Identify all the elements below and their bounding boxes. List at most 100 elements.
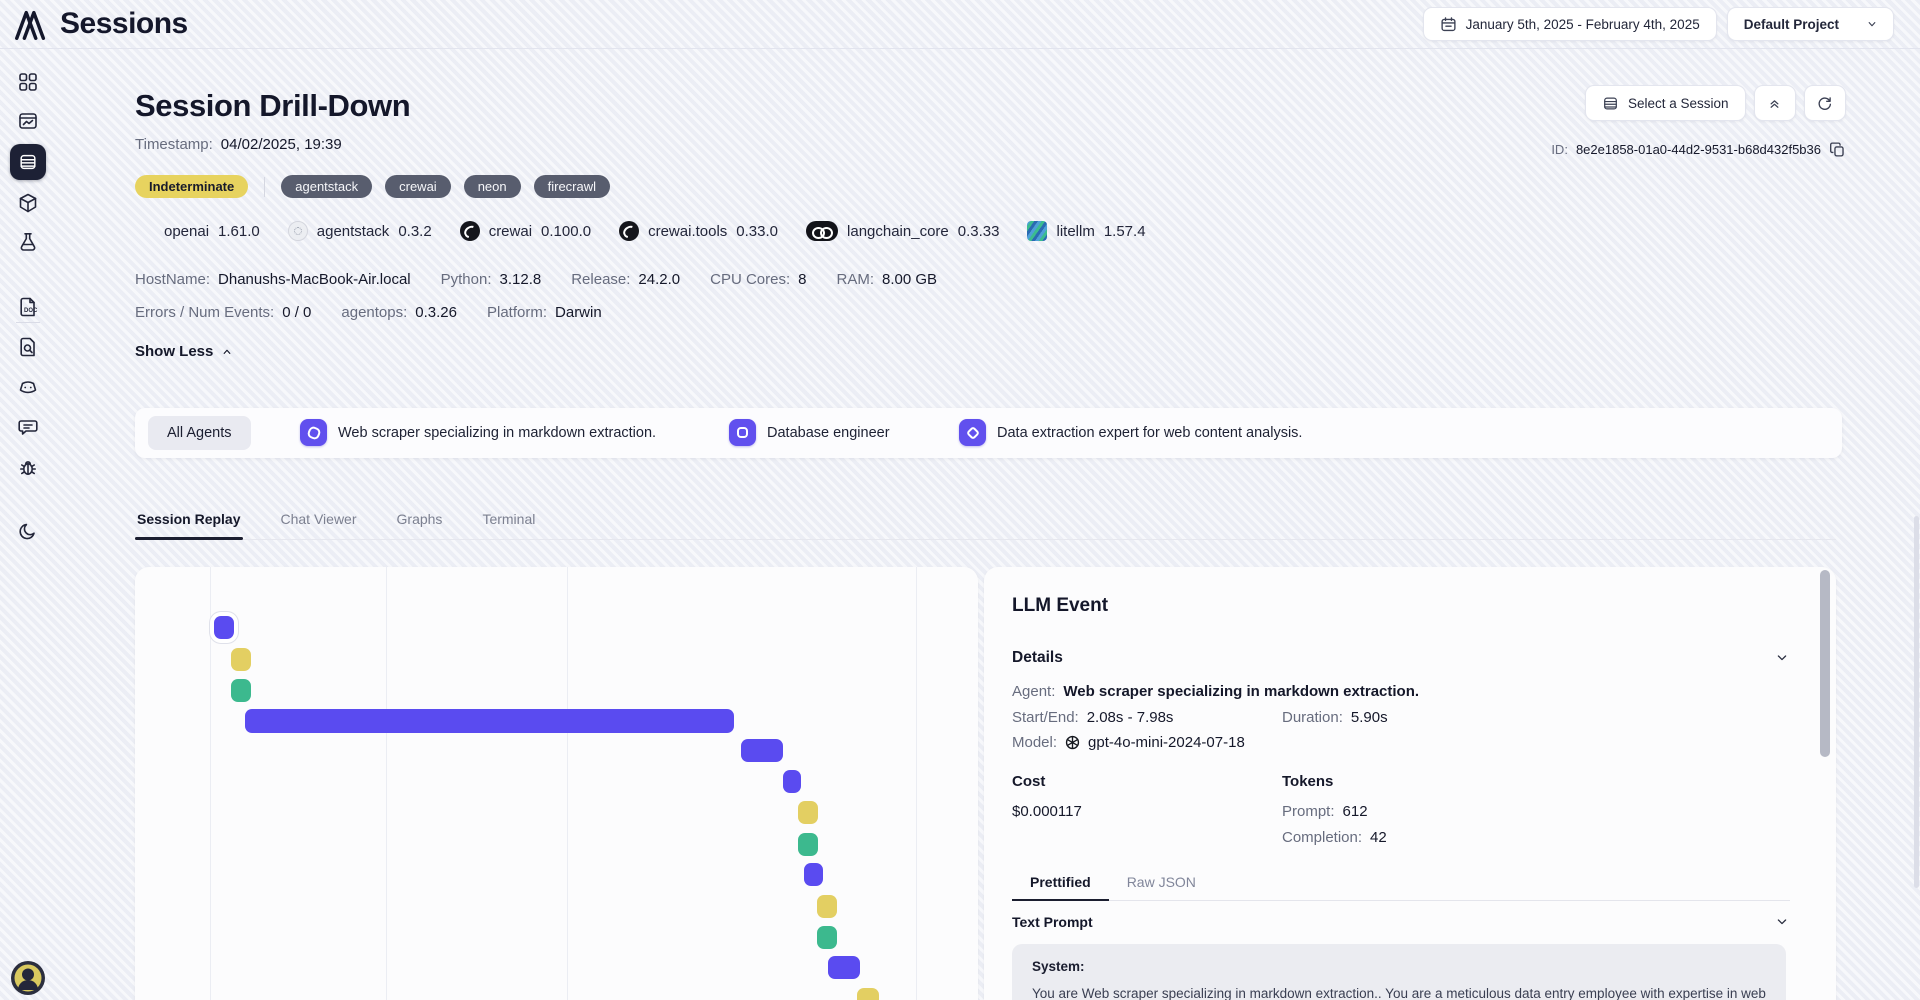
sidebar-divider (16, 322, 40, 323)
event-title: LLM Event (1012, 595, 1790, 617)
gantt-event-bar[interactable] (804, 863, 823, 886)
completion-row: Completion: 42 (1012, 829, 1790, 846)
view-tab[interactable]: Chat Viewer (279, 503, 359, 539)
feedback-chat-icon[interactable] (17, 416, 39, 438)
package-icon (1027, 221, 1047, 241)
session-tag: firecrawl (534, 175, 610, 198)
details-section-header[interactable]: Details (1012, 649, 1790, 667)
agent-label: Data extraction expert for web content a… (997, 425, 1302, 441)
host-stat-label: Platform: (487, 304, 547, 321)
app-title: Sessions (60, 7, 188, 41)
agent-label: Database engineer (767, 425, 890, 441)
gantt-event-bar[interactable] (245, 709, 734, 733)
panel-scrollbar-thumb[interactable] (1820, 570, 1830, 757)
agent-line: Agent: Web scraper specializing in markd… (1012, 683, 1790, 700)
project-select[interactable]: Default Project (1727, 7, 1894, 41)
payload-view-tab[interactable]: Raw JSON (1109, 868, 1214, 900)
header-actions: Select a Session (1585, 85, 1846, 121)
package-name: langchain_core (847, 223, 949, 240)
agentops-logo-icon[interactable] (12, 5, 50, 43)
host-stat-label: RAM: (837, 271, 875, 288)
select-session-button[interactable]: Select a Session (1585, 85, 1746, 121)
session-tag: crewai (385, 175, 451, 198)
dark-mode-moon-icon[interactable] (17, 520, 39, 542)
gantt-event-bar[interactable] (817, 926, 837, 949)
session-tag: agentstack (281, 175, 372, 198)
view-tab[interactable]: Terminal (480, 503, 537, 539)
copy-icon[interactable] (1829, 141, 1846, 158)
docs-file-icon[interactable]: DOC (17, 296, 39, 318)
package-item: litellm 1.57.4 (1027, 221, 1145, 241)
refresh-button[interactable] (1804, 85, 1846, 121)
duration-label: Duration: (1282, 709, 1343, 726)
host-stat-label: Python: (441, 271, 492, 288)
session-replay-gantt (135, 567, 978, 1000)
package-version: 0.3.33 (958, 223, 1000, 240)
agent-filter-item[interactable]: Web scraper specializing in markdown ext… (300, 419, 656, 446)
timestamp-label: Timestamp: (135, 136, 213, 153)
package-icon (619, 221, 639, 241)
host-stat: Release: 24.2.0 (571, 271, 680, 288)
model-line: Model: gpt-4o-mini-2024-07-18 (1012, 734, 1790, 751)
host-stat-value: Dhanushs-MacBook-Air.local (218, 271, 411, 288)
host-stat: HostName: Dhanushs-MacBook-Air.local (135, 271, 411, 288)
date-range-label: January 5th, 2025 - February 4th, 2025 (1466, 17, 1700, 32)
dashboard-grid-icon[interactable] (17, 71, 39, 93)
package-item: agentstack 0.3.2 (288, 221, 432, 241)
gantt-event-bar[interactable] (231, 648, 251, 671)
logs-search-icon[interactable] (17, 336, 39, 358)
startend-value: 2.08s - 7.98s (1087, 709, 1174, 726)
system-prompt-block: System: You are Web scraper specializing… (1012, 944, 1786, 1000)
page-scrollbar-thumb[interactable] (1914, 516, 1919, 888)
gantt-event-bar[interactable] (798, 801, 818, 824)
gantt-event-bar[interactable] (741, 739, 783, 762)
package-icon (460, 221, 480, 241)
view-tab[interactable]: Graphs (395, 503, 445, 539)
experiments-flask-icon[interactable] (17, 231, 39, 253)
overview-window-icon[interactable] (17, 110, 39, 132)
user-avatar[interactable] (10, 960, 46, 996)
host-stat-value: 8.00 GB (882, 271, 937, 288)
collapse-button[interactable] (1754, 85, 1796, 121)
gantt-gridline (916, 567, 917, 1000)
system-prompt-text: You are Web scraper specializing in mark… (1032, 984, 1766, 1000)
session-id-label: ID: (1551, 142, 1568, 157)
date-range-picker[interactable]: January 5th, 2025 - February 4th, 2025 (1423, 7, 1717, 41)
status-badge: Indeterminate (135, 175, 248, 198)
packages-cube-icon[interactable] (17, 192, 39, 214)
host-stat: CPU Cores: 8 (710, 271, 806, 288)
package-name: openai (164, 223, 209, 240)
sidebar-item-sessions-active[interactable] (10, 144, 46, 180)
gantt-event-bar[interactable] (817, 895, 837, 918)
gantt-event-bar[interactable] (798, 833, 818, 856)
discord-icon[interactable] (17, 377, 39, 399)
gantt-event-bar[interactable] (214, 616, 234, 639)
tag-divider (264, 177, 265, 197)
host-stats-row-2: Errors / Num Events: 0 / 0 agentops: 0.3… (135, 304, 602, 321)
gantt-event-bar[interactable] (231, 679, 251, 702)
project-select-value: Default Project (1744, 17, 1839, 32)
package-version: 1.57.4 (1104, 223, 1146, 240)
agent-icon (959, 419, 986, 446)
gantt-event-bar[interactable] (783, 770, 801, 793)
timing-row: Start/End: 2.08s - 7.98s Duration: 5.90s (1012, 709, 1790, 726)
agent-filter-item[interactable]: Data extraction expert for web content a… (959, 419, 1302, 446)
payload-view-tab[interactable]: Prettified (1012, 868, 1109, 900)
agent-filter-item[interactable]: Database engineer (729, 419, 890, 446)
package-version: 0.100.0 (541, 223, 591, 240)
host-stats-row-1: HostName: Dhanushs-MacBook-Air.local Pyt… (135, 271, 937, 288)
gantt-event-bar[interactable] (857, 988, 879, 1000)
gantt-gridline (210, 567, 211, 1000)
package-version: 0.33.0 (736, 223, 778, 240)
agent-icon (300, 419, 327, 446)
agent-icon (729, 419, 756, 446)
gantt-event-bar[interactable] (828, 956, 860, 979)
chevron-down-icon (1774, 914, 1790, 930)
agent-label: Web scraper specializing in markdown ext… (338, 425, 656, 441)
text-prompt-header[interactable]: Text Prompt (1012, 914, 1790, 930)
view-tab[interactable]: Session Replay (135, 503, 243, 539)
show-less-toggle[interactable]: Show Less (135, 343, 234, 360)
bug-report-icon[interactable] (17, 457, 39, 479)
all-agents-button[interactable]: All Agents (148, 416, 251, 450)
host-stat-value: 24.2.0 (638, 271, 680, 288)
